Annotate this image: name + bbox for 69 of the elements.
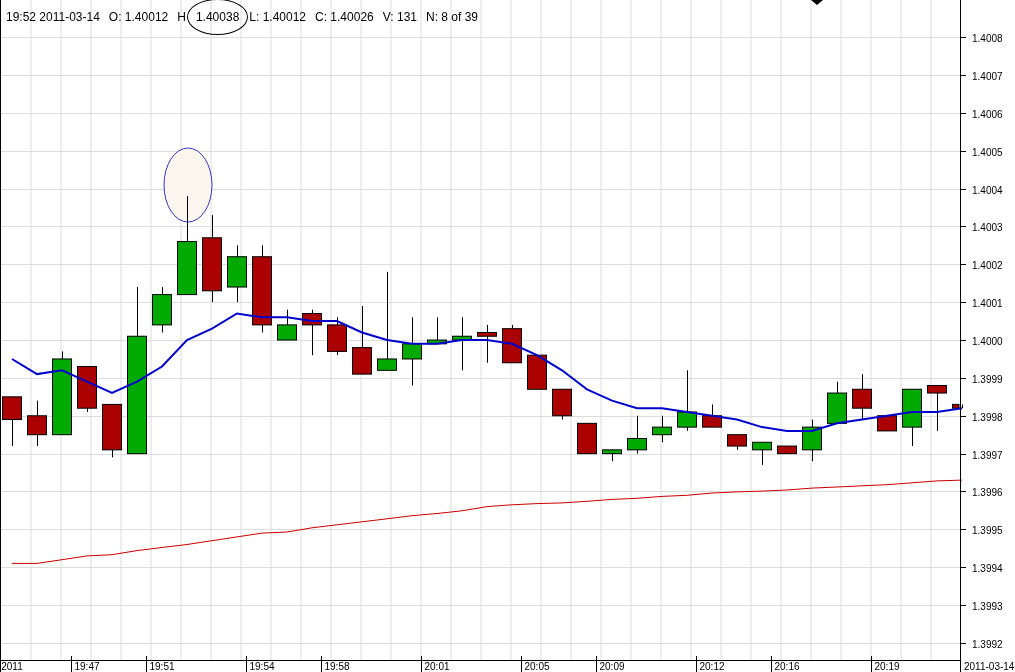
time-axis-label: 19:58 <box>324 661 350 672</box>
ohlc-readout: H <box>177 9 186 26</box>
candlestick <box>502 324 522 364</box>
time-axis-label: 2011 <box>1 661 23 672</box>
candlestick <box>752 441 772 466</box>
candlestick <box>927 384 947 432</box>
price-axis-label: 1.3995 <box>972 524 1003 536</box>
candlestick <box>852 373 872 421</box>
time-axis-label: 20:01 <box>424 661 450 672</box>
price-axis-label: 1.4005 <box>972 146 1003 158</box>
price-axis-label: 1.3996 <box>972 486 1003 498</box>
time-axis-label: 19:51 <box>149 661 175 672</box>
ohlc-readout: 19:52 2011-03-14 <box>6 9 100 26</box>
candlestick <box>727 434 747 451</box>
candlestick <box>952 403 963 409</box>
price-axis-label: 1.4001 <box>972 297 1003 309</box>
ohlc-readout: C: 1.40026 <box>315 9 374 26</box>
candlestick <box>627 415 647 455</box>
time-axis-label: 20:16 <box>774 661 800 672</box>
price-axis-label: 1.4007 <box>972 70 1003 82</box>
time-axis-label: 19:54 <box>249 661 275 672</box>
candlestick <box>452 316 472 371</box>
candlestick <box>152 286 172 333</box>
ohlc-readout: N: 8 of 39 <box>426 9 479 26</box>
candlestick <box>677 369 697 432</box>
price-axis-label: 1.3992 <box>972 638 1003 650</box>
time-axis-label: 20:09 <box>599 661 625 672</box>
candlestick <box>802 419 822 462</box>
price-axis-label: 1.3994 <box>972 562 1003 574</box>
candlestick <box>302 309 322 356</box>
time-axis-label: 20:05 <box>524 661 550 672</box>
candlestick <box>102 403 122 458</box>
time-axis-label: 20:19 <box>874 661 900 672</box>
candlestick <box>327 316 347 356</box>
price-axis-label: 1.4004 <box>972 184 1003 196</box>
candlestick <box>427 316 447 345</box>
ohlc-readout: V: 131 <box>382 9 417 26</box>
candlestick <box>902 388 922 447</box>
candlestick <box>652 415 672 443</box>
candlestick <box>777 445 797 455</box>
ohlc-readout: L: 1.40012 <box>249 9 307 26</box>
candlestick <box>27 400 47 447</box>
candlestick <box>2 396 22 447</box>
candlestick <box>602 449 622 462</box>
candlestick <box>552 388 572 421</box>
candlestick <box>277 309 297 341</box>
price-axis-label: 1.4008 <box>972 32 1003 44</box>
candlestick <box>477 324 497 364</box>
candlestick <box>77 366 97 413</box>
price-axis-label: 1.3998 <box>972 411 1003 423</box>
price-axis-label: 1.4006 <box>972 108 1003 120</box>
time-axis-label: 20:12 <box>699 661 725 672</box>
price-axis-label: 1.4003 <box>972 221 1003 233</box>
candlestick <box>527 354 547 390</box>
candlestick <box>402 316 422 386</box>
pointer-icon <box>811 0 823 5</box>
price-axis-label: 1.4002 <box>972 259 1003 271</box>
candlestick <box>227 244 247 303</box>
candlestick <box>827 381 847 424</box>
candlestick <box>352 305 372 375</box>
price-axis-label: 1.3997 <box>972 449 1003 461</box>
price-axis-label: 1.3993 <box>972 600 1003 612</box>
time-axis-label: 19:47 <box>74 661 100 672</box>
date-label: 2011-03-14 <box>964 661 1015 672</box>
ohlc-readout: O: 1.40012 <box>108 9 169 26</box>
candlestick <box>577 422 597 455</box>
price-axis-label: 1.4000 <box>972 335 1003 347</box>
price-axis-label: 1.3999 <box>972 373 1003 385</box>
candlestick <box>702 403 722 428</box>
